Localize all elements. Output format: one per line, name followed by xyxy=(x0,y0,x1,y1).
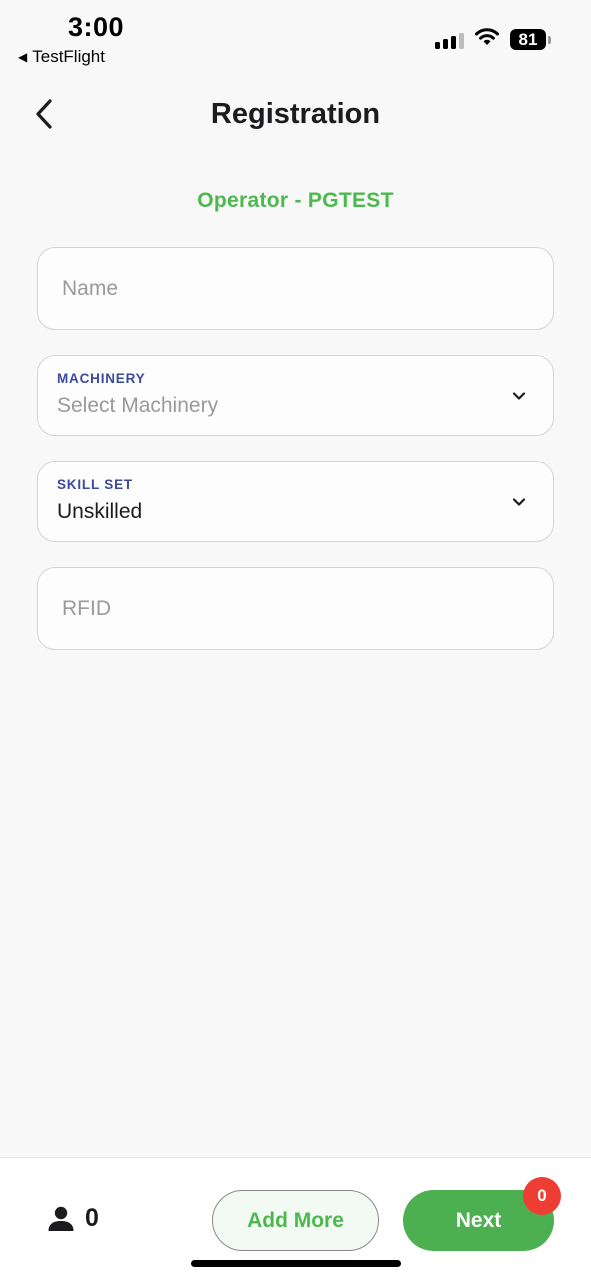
person-icon xyxy=(48,1206,74,1231)
skill-set-select[interactable]: SKILL SET Unskilled xyxy=(37,461,554,542)
machinery-value: Select Machinery xyxy=(57,394,219,417)
operator-count: 0 xyxy=(47,1204,99,1233)
status-bar: 3:00 ◀ TestFlight 81 xyxy=(0,0,591,80)
machinery-label: MACHINERY xyxy=(57,371,146,386)
operator-count-value: 0 xyxy=(85,1204,99,1232)
battery-level: 81 xyxy=(510,29,546,50)
machinery-select[interactable]: MACHINERY Select Machinery xyxy=(37,355,554,436)
page-title: Registration xyxy=(210,98,381,130)
cellular-signal-icon xyxy=(435,31,464,49)
skill-set-value: Unskilled xyxy=(57,500,143,523)
add-more-button[interactable]: Add More xyxy=(212,1190,379,1251)
battery-icon: 81 xyxy=(510,29,551,50)
name-field[interactable] xyxy=(37,247,554,330)
rfid-field[interactable] xyxy=(37,567,554,650)
chevron-down-icon xyxy=(512,498,526,506)
nav-header: Registration xyxy=(0,80,591,150)
triangle-left-icon: ◀ xyxy=(18,50,28,64)
status-time: 3:00 xyxy=(68,12,125,42)
back-to-app-link[interactable]: ◀ TestFlight xyxy=(18,47,105,67)
next-count-badge: 0 xyxy=(523,1177,561,1215)
name-input[interactable] xyxy=(62,248,532,329)
operator-subtitle: Operator - PGTEST xyxy=(197,189,394,212)
home-indicator[interactable] xyxy=(191,1260,401,1267)
rfid-input[interactable] xyxy=(62,568,532,649)
chevron-down-icon xyxy=(512,392,526,400)
skill-set-label: SKILL SET xyxy=(57,477,133,492)
status-icons: 81 xyxy=(435,27,551,52)
wifi-icon xyxy=(474,27,500,52)
back-app-label: TestFlight xyxy=(32,47,105,66)
